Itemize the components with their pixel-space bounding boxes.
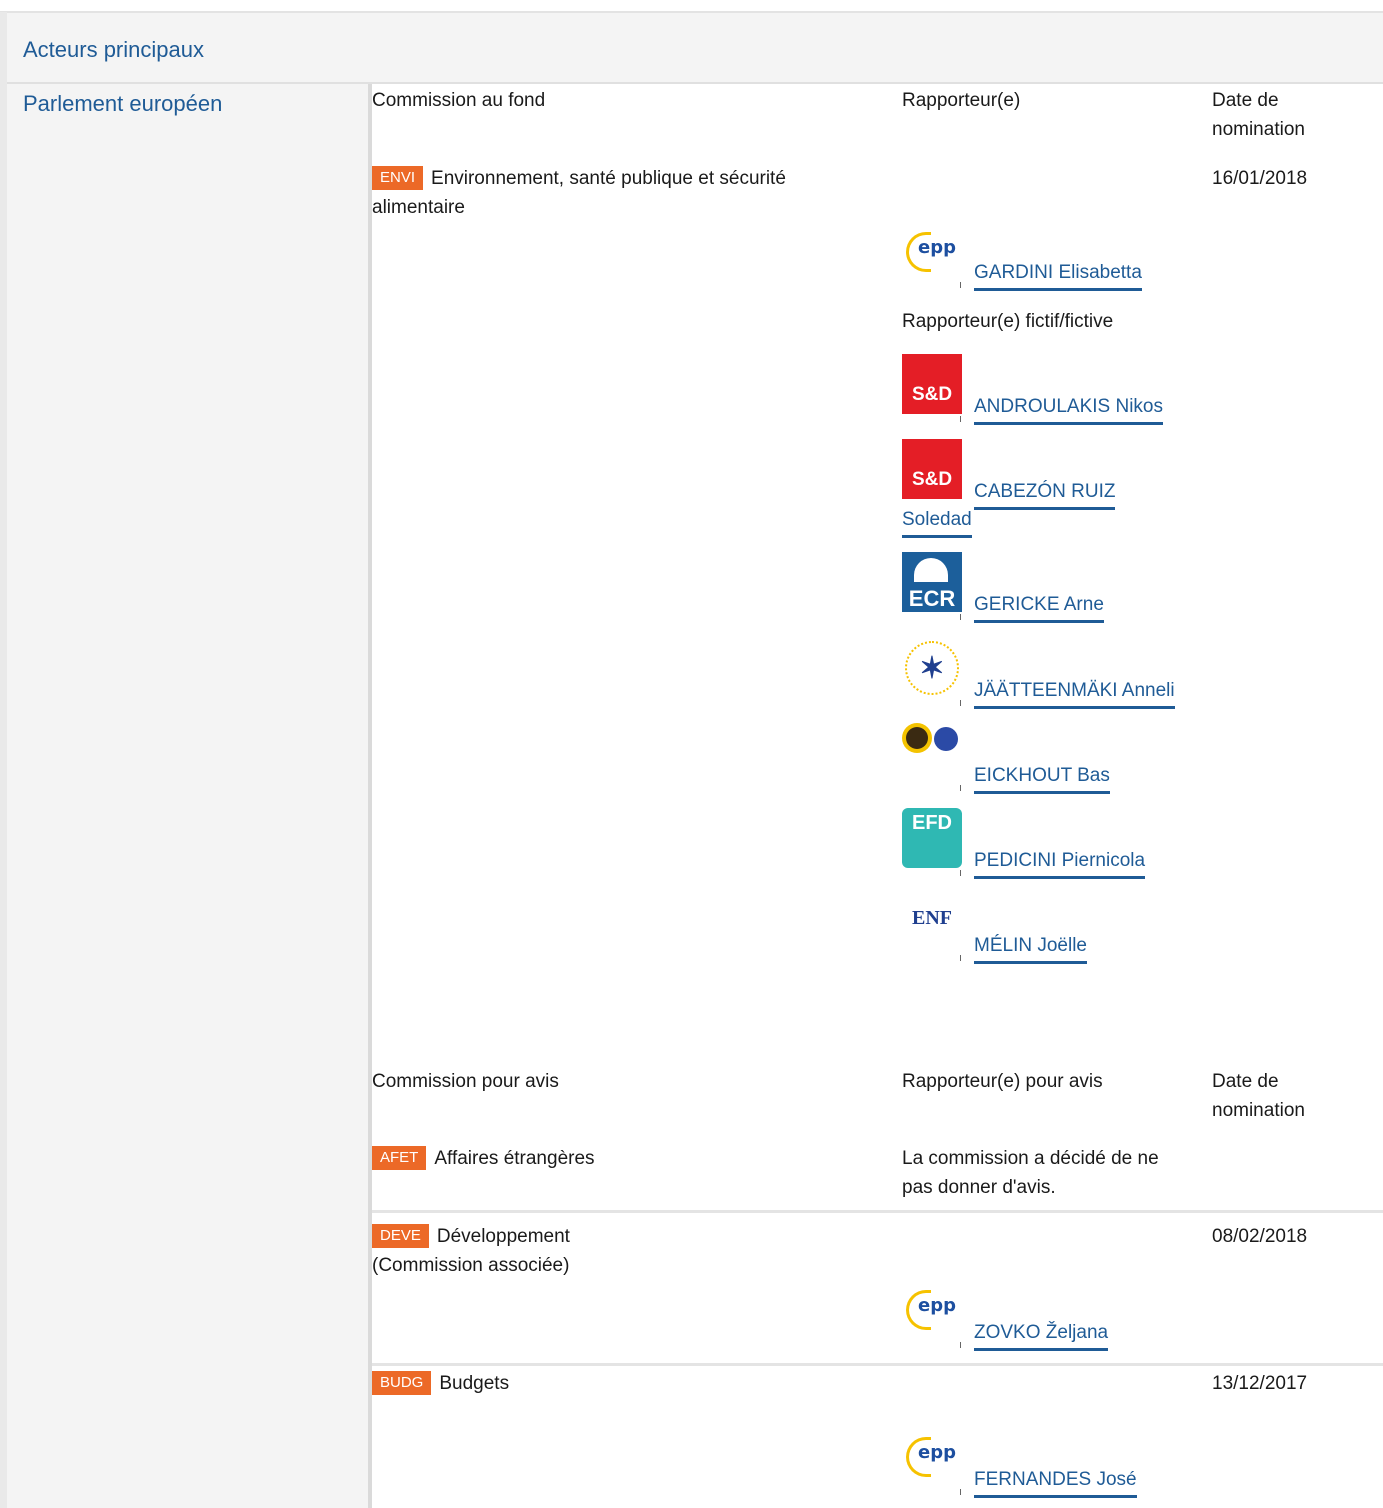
logo-tick-mark	[960, 785, 961, 791]
lead-committee-date: 16/01/2018	[1212, 168, 1308, 189]
column-divider	[368, 84, 372, 1508]
deve-name: Développement	[436, 1226, 570, 1247]
logo-tick-mark	[960, 870, 961, 876]
opinion-committee-afet: AFET Affaires étrangères	[372, 1144, 595, 1173]
logo-tick-mark	[960, 700, 961, 706]
committee-badge-deve[interactable]: DEVE	[372, 1224, 429, 1248]
lead-committee-name: ENVI Environnement, santé publique et séc…	[372, 164, 786, 193]
afet-note-line1: La commission a décidé de ne	[902, 1148, 1159, 1169]
section-header: Acteurs principaux	[7, 13, 1383, 84]
lead-committee-header: Commission au fond	[372, 90, 546, 111]
opinion-date-header-line2: nomination	[1212, 1100, 1305, 1121]
institution-column: Parlement européen	[7, 84, 368, 1508]
lead-committee-name-line2: alimentaire	[372, 197, 465, 218]
row-divider	[372, 1210, 1383, 1213]
opinion-rapporteur-header: Rapporteur(e) pour avis	[902, 1071, 1103, 1092]
shadow-link-melin[interactable]: MÉLIN Joëlle	[974, 931, 1087, 964]
shadow-rapporteur-label: Rapporteur(e) fictif/fictive	[902, 311, 1114, 332]
epp-logo-icon: epp	[902, 1427, 962, 1487]
opinion-committee-header: Commission pour avis	[372, 1071, 559, 1092]
shadow-link-jaatteenmaki[interactable]: JÄÄTTEENMÄKI Anneli	[974, 676, 1175, 709]
deve-subtitle: (Commission associée)	[372, 1255, 570, 1276]
logo-tick-mark	[960, 1489, 961, 1495]
row-divider	[372, 1363, 1383, 1366]
committee-badge-budg[interactable]: BUDG	[372, 1371, 432, 1395]
lead-date-header-line1: Date de	[1212, 90, 1279, 111]
sd-logo-icon: S&D	[902, 354, 962, 414]
logo-tick-mark	[960, 416, 961, 422]
logo-tick-mark	[960, 282, 961, 288]
lead-rapporteur-header: Rapporteur(e)	[902, 90, 1021, 111]
efdd-logo-icon: EFD	[902, 808, 962, 868]
rapporteur-link-zovko[interactable]: ZOVKO Željana	[974, 1318, 1109, 1351]
opinion-committee-deve: DEVE Développement	[372, 1222, 570, 1251]
budg-date: 13/12/2017	[1212, 1373, 1308, 1394]
institution-label: Parlement européen	[23, 91, 223, 116]
opinion-date-header-line1: Date de	[1212, 1071, 1279, 1092]
left-frame-border	[0, 12, 7, 1508]
enf-logo-icon: ENF	[902, 893, 962, 953]
opinion-committee-budg: BUDG Budgets	[372, 1369, 509, 1398]
afet-name: Affaires étrangères	[434, 1148, 595, 1169]
sd-logo-icon: S&D	[902, 439, 962, 499]
shadow-link-androulakis[interactable]: ANDROULAKIS Nikos	[974, 392, 1163, 425]
shadow-link-pedicini[interactable]: PEDICINI Piernicola	[974, 846, 1146, 879]
logo-tick-mark	[960, 1342, 961, 1348]
deve-date: 08/02/2018	[1212, 1226, 1308, 1247]
rapporteur-link-gardini[interactable]: GARDINI Elisabetta	[974, 258, 1142, 291]
committee-badge-envi[interactable]: ENVI	[372, 166, 424, 190]
logo-tick-mark	[960, 614, 961, 620]
afet-note-line2: pas donner d'avis.	[902, 1177, 1056, 1198]
ecr-logo-icon: ECR	[902, 552, 962, 612]
alde-logo-icon: ✶	[902, 638, 962, 698]
lead-committee-name-line1: Environnement, santé publique et sécurit…	[431, 168, 786, 189]
lead-date-header-line2: nomination	[1212, 119, 1305, 140]
greens-efa-logo-icon	[902, 723, 962, 783]
budg-name: Budgets	[439, 1373, 510, 1394]
rapporteur-link-fernandes[interactable]: FERNANDES José	[974, 1465, 1137, 1498]
committee-badge-afet[interactable]: AFET	[372, 1146, 427, 1170]
epp-logo-icon: epp	[902, 1280, 962, 1340]
ecr-logo-text: ECR	[908, 586, 956, 611]
shadow-link-cabezon-line1[interactable]: CABEZÓN RUIZ	[974, 477, 1116, 510]
epp-logo-icon: epp	[902, 222, 962, 282]
logo-tick-mark	[960, 955, 961, 961]
section-title: Acteurs principaux	[23, 37, 204, 62]
shadow-link-eickhout[interactable]: EICKHOUT Bas	[974, 761, 1110, 794]
shadow-link-cabezon-line2[interactable]: Soledad	[902, 505, 972, 538]
shadow-link-gericke[interactable]: GERICKE Arne	[974, 590, 1104, 623]
